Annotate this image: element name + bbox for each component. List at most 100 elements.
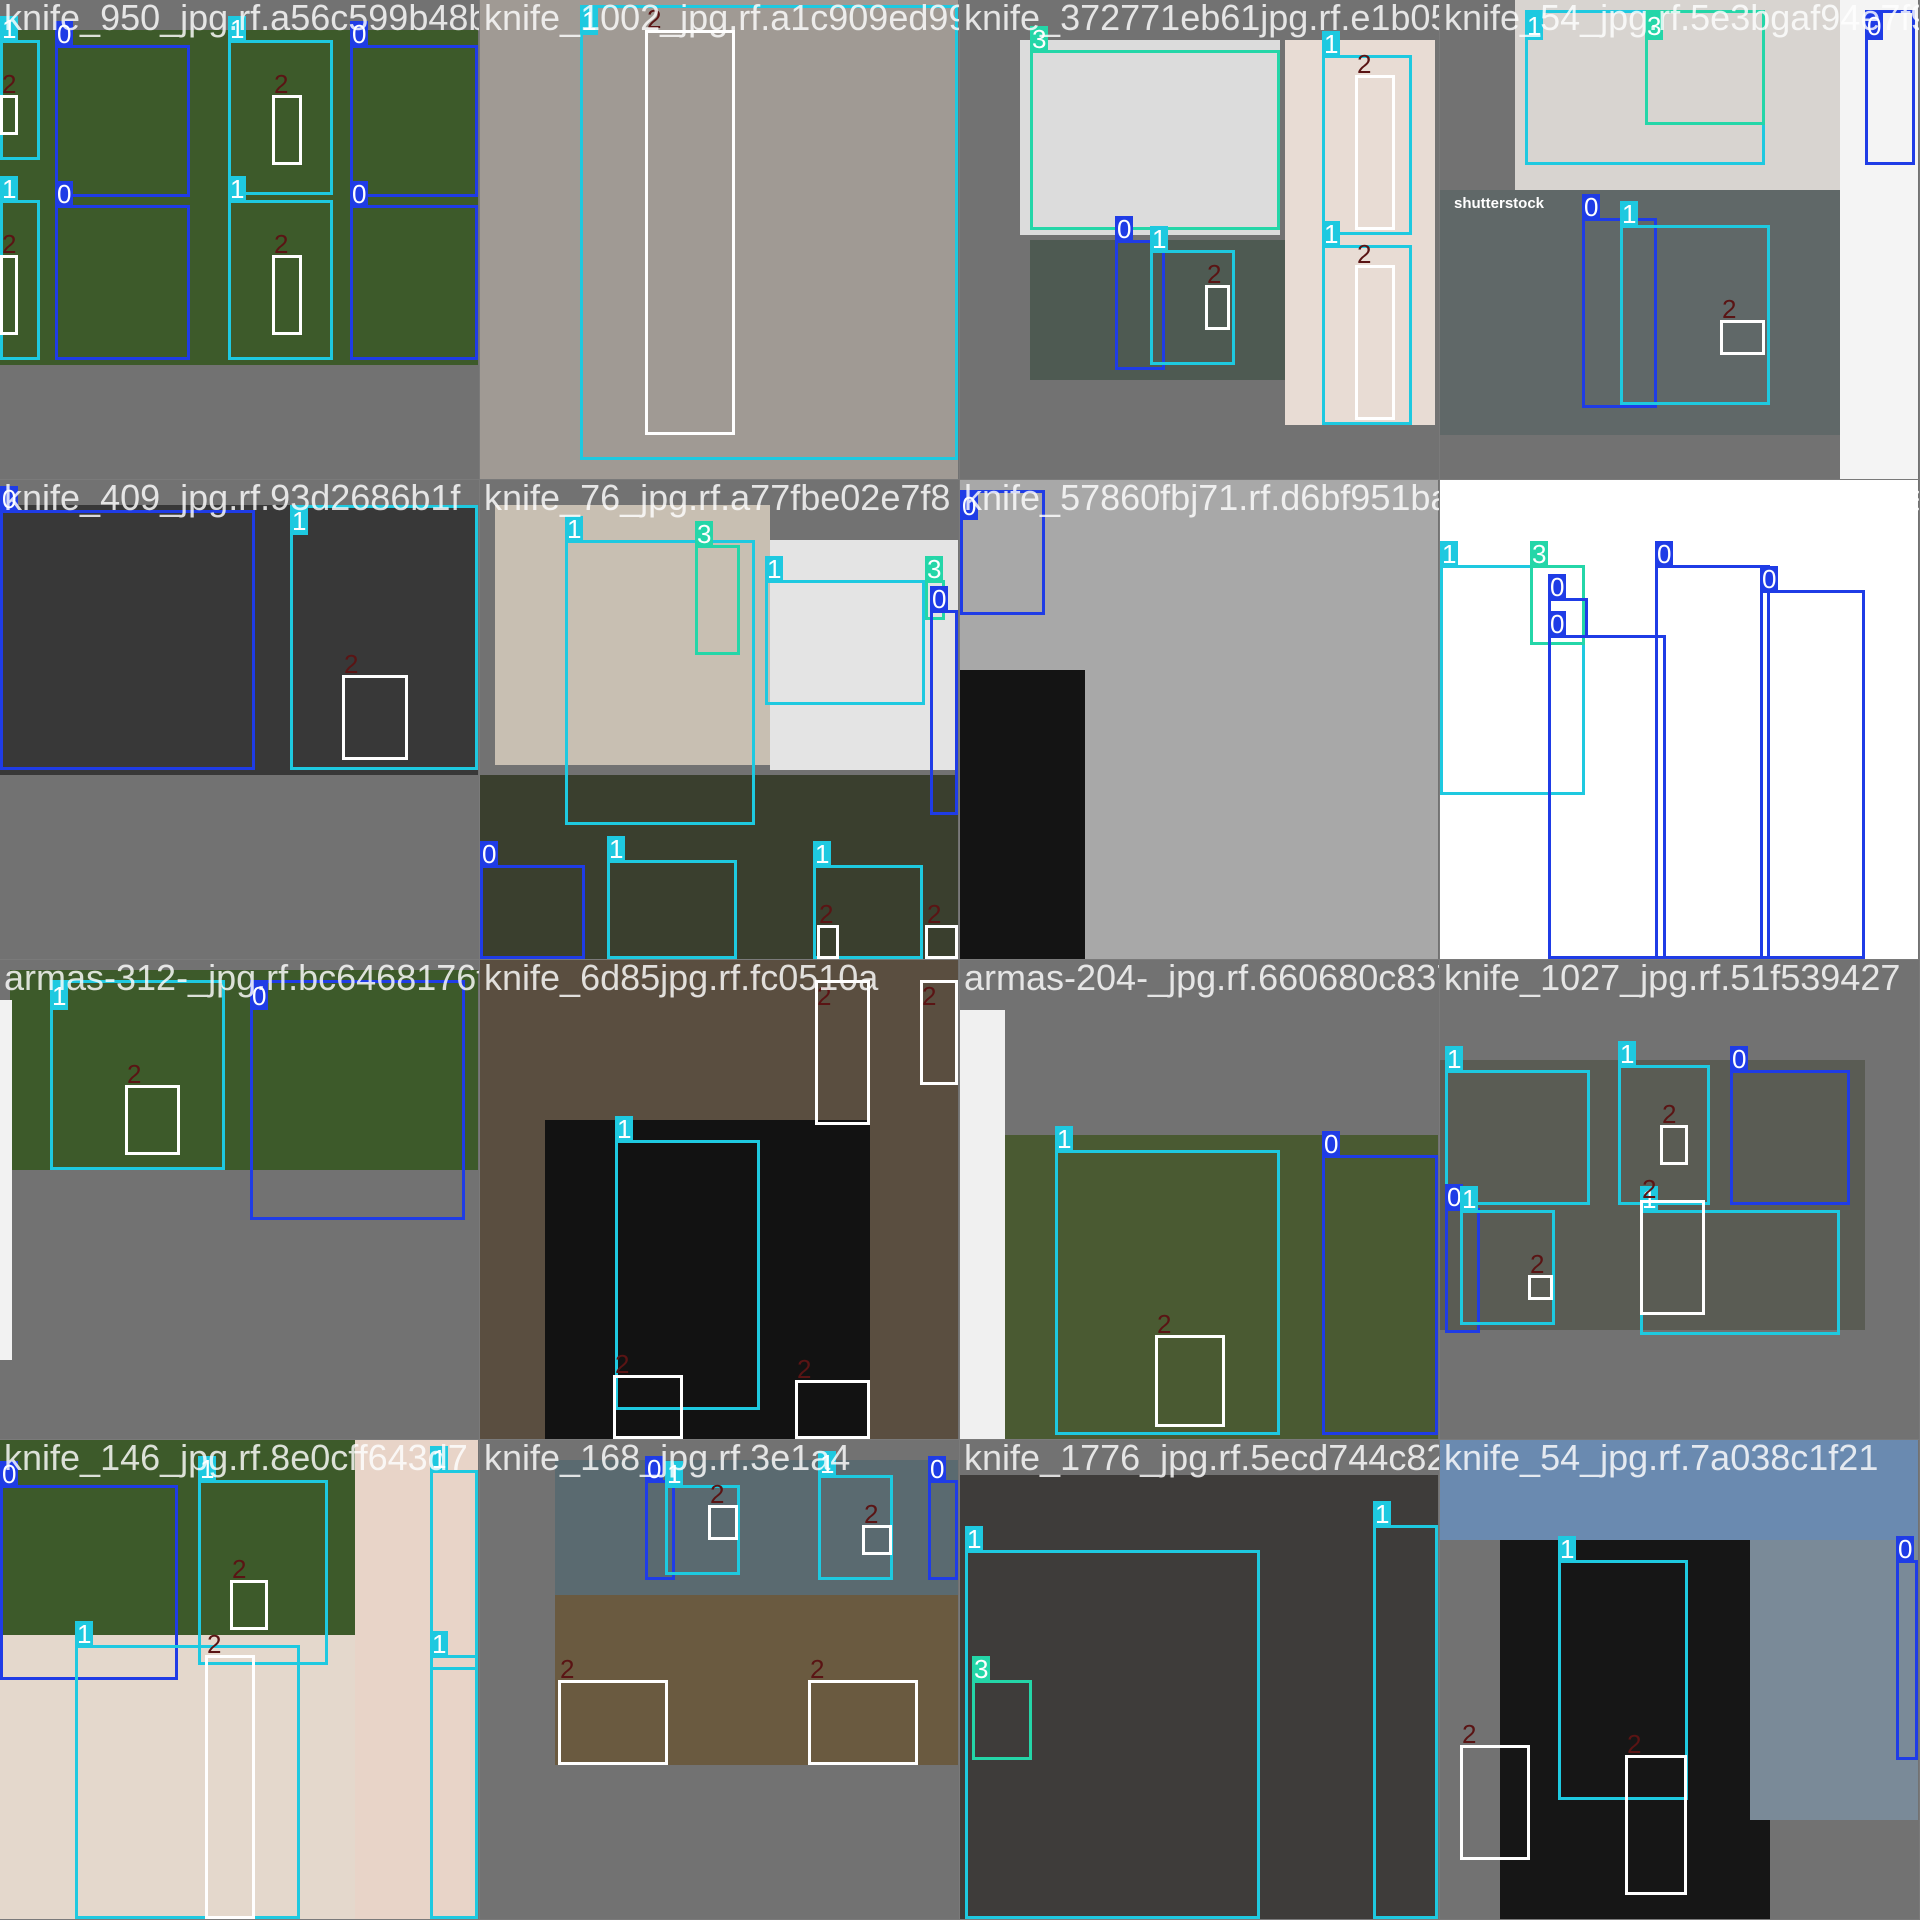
bbox-class-0: 0	[1548, 611, 1666, 959]
bbox-label: 0	[645, 1454, 664, 1484]
bbox-class-0: 0	[930, 586, 958, 815]
bbox-class-3: 3	[1645, 10, 1765, 125]
photo-region	[960, 670, 1085, 959]
bbox-class-2: 2	[862, 1501, 892, 1555]
bbox-class-1: 1	[1373, 1501, 1438, 1919]
bbox-class-0: 0	[1730, 1046, 1850, 1205]
bbox-label: 3	[1530, 539, 1549, 569]
bbox-label: 0	[1655, 539, 1674, 569]
photo-region	[1750, 1540, 1918, 1820]
bbox-class-0: 0	[250, 980, 465, 1220]
bbox-label: 1	[228, 174, 247, 204]
bbox-label: 2	[647, 4, 662, 34]
bbox-class-1: 1	[75, 1621, 300, 1919]
bbox-label: 2	[927, 899, 942, 929]
bbox-label: 0	[350, 179, 369, 209]
bbox-label: 2	[1662, 1099, 1677, 1129]
bbox-class-0: 0	[480, 841, 585, 959]
bbox-label: 3	[1030, 24, 1049, 54]
bbox-class-2: 2	[1720, 296, 1765, 355]
bbox-class-2: 2	[795, 1356, 870, 1439]
bbox-label: 2	[710, 1479, 725, 1509]
bbox-class-0: 0	[350, 181, 478, 360]
bbox-label: 1	[0, 14, 19, 44]
bbox-label: 2	[1157, 1309, 1172, 1339]
bbox-label: 1	[50, 981, 69, 1011]
bbox-class-1: 1	[1620, 201, 1770, 405]
bbox-class-2: 2	[815, 980, 870, 1125]
watermark-text: shutterstock	[1454, 195, 1545, 212]
bbox-label: 1	[1618, 1039, 1637, 1069]
tile-filename: knife_1027_jpg.rf.51f539427	[1444, 960, 1901, 998]
bbox-class-0: 0	[55, 21, 190, 197]
bbox-class-2: 2	[125, 1061, 180, 1155]
bbox-label: 1	[1055, 1124, 1074, 1154]
mosaic-tile: 1 2 0 armas-204-_jpg.rf.660680c8379	[960, 960, 1439, 1439]
mosaic-tile: 31212012knife_372771eb61jpg.rf.e1b055184…	[960, 0, 1439, 479]
bbox-class-2: 2	[0, 231, 18, 335]
mosaic-tile: shutterstock 1 3 0 0 1 2 knife_54_jpg.rf.5e3bga…	[1440, 0, 1919, 479]
bbox-label: 0	[250, 981, 269, 1011]
bbox-label: 1	[430, 1629, 449, 1659]
photo-region	[0, 1000, 12, 1360]
bbox-class-3: 3	[972, 1656, 1032, 1760]
bbox-class-0: 0	[1655, 541, 1770, 959]
bbox-label: 2	[1357, 49, 1372, 79]
bbox-label: 1	[813, 839, 832, 869]
bbox-label: 0	[1115, 214, 1134, 244]
mosaic-tile: 12knife_1002_jpg.rf.a1c909ed99d3a3f2e727…	[480, 0, 959, 479]
bbox-class-0: 0	[1865, 10, 1915, 165]
bbox-label: 1	[198, 1454, 217, 1484]
bbox-class-2: 2	[1205, 261, 1230, 330]
bbox-label: 2	[274, 229, 289, 259]
bbox-label: 1	[665, 1459, 684, 1489]
bbox-label: 2	[1357, 239, 1372, 269]
bbox-label: 3	[695, 519, 714, 549]
bbox-label: 1	[1460, 1184, 1479, 1214]
bbox-class-2: 2	[1355, 51, 1395, 230]
bbox-class-2: 2	[613, 1351, 683, 1439]
bbox-label: 1	[1322, 29, 1341, 59]
bbox-class-1: 1	[430, 1631, 478, 1919]
bbox-label: 1	[290, 506, 309, 536]
bbox-label: 0	[1896, 1534, 1915, 1564]
detection-mosaic: 1 2 0 1 2 0 1 2 0 1 2 0 knife_950_jpg.rf.a56c599b48b…	[0, 0, 1920, 1920]
bbox-class-2: 2	[1355, 241, 1395, 420]
bbox-label: 3	[1645, 11, 1664, 41]
photo-region	[1440, 1440, 1918, 1540]
bbox-label: 1	[765, 554, 784, 584]
bbox-class-2: 2	[230, 1556, 268, 1630]
bbox-label: 0	[55, 19, 74, 49]
bbox-class-2: 2	[925, 901, 958, 959]
mosaic-tile: 0knife_57860fbj71.rf.d6bf951ba3efb	[960, 480, 1439, 959]
bbox-class-1: 1	[765, 556, 925, 705]
bbox-label: 0	[930, 584, 949, 614]
bbox-label: 1	[1620, 199, 1639, 229]
bbox-label: 0	[960, 491, 979, 521]
bbox-class-0: 0	[960, 490, 1045, 615]
bbox-class-3: 3	[1030, 26, 1280, 230]
bbox-class-2: 2	[817, 901, 839, 959]
photo-region	[555, 1460, 958, 1595]
bbox-label: 2	[819, 899, 834, 929]
bbox-label: 1	[75, 1619, 94, 1649]
bbox-class-2: 2	[1660, 1101, 1688, 1165]
bbox-class-2: 2	[645, 6, 735, 435]
bbox-class-2: 2	[1625, 1731, 1687, 1895]
tile-filename: armas-204-_jpg.rf.660680c8379	[964, 960, 1439, 998]
bbox-label: 1	[1525, 11, 1544, 41]
bbox-class-0: 0	[0, 486, 255, 770]
bbox-class-2: 2	[272, 71, 302, 165]
bbox-label: 2	[922, 981, 937, 1011]
bbox-label: 2	[1530, 1249, 1545, 1279]
bbox-label: 0	[1760, 564, 1779, 594]
bbox-label: 2	[615, 1349, 630, 1379]
bbox-label: 0	[1548, 609, 1567, 639]
bbox-label: 1	[607, 834, 626, 864]
bbox-label: 2	[797, 1354, 812, 1384]
bbox-label: 2	[1627, 1729, 1642, 1759]
mosaic-tile: 1 2 2 2 2 knife_6d85jpg.rf.fc0510a	[480, 960, 959, 1439]
bbox-label: 0	[0, 484, 19, 514]
bbox-label: 1	[818, 1449, 837, 1479]
bbox-label: 2	[2, 69, 17, 99]
